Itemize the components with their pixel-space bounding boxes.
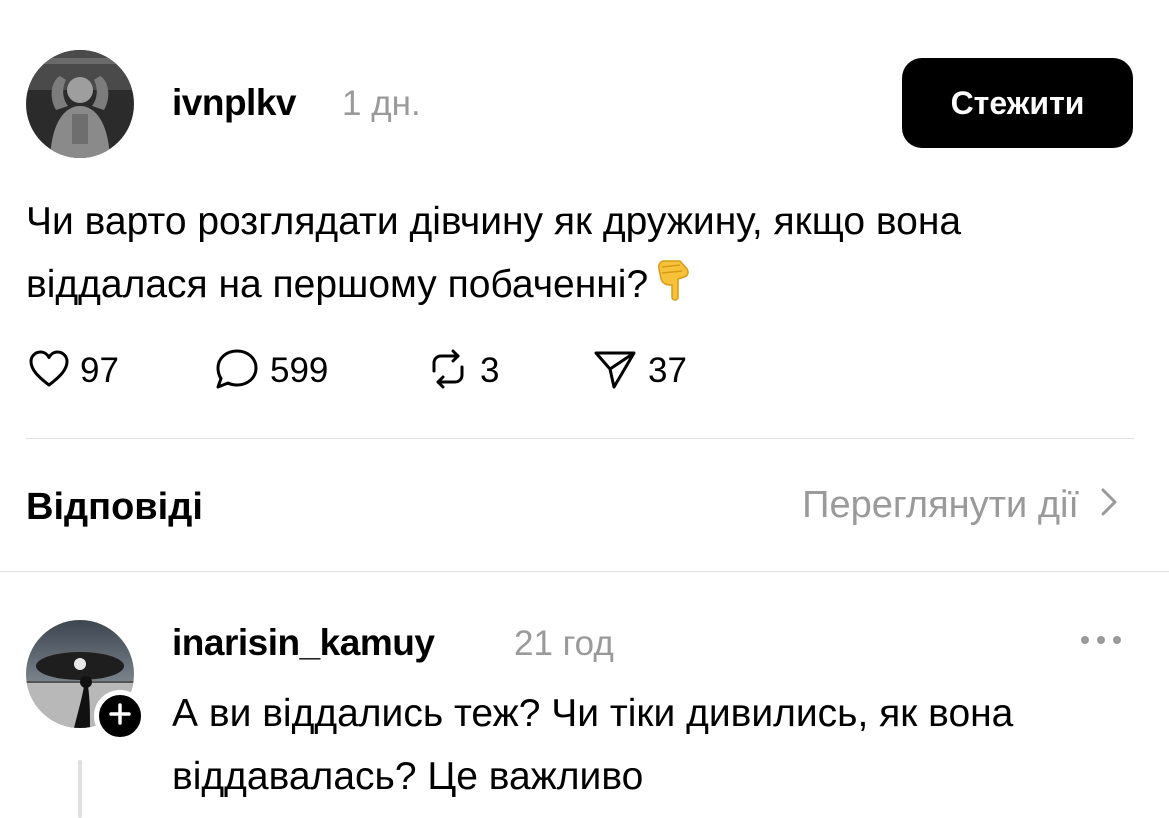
- like-button[interactable]: 97: [28, 346, 119, 396]
- heart-icon: [28, 349, 70, 394]
- send-icon: [592, 347, 638, 396]
- repost-icon: [426, 347, 470, 396]
- reply-timestamp: 21 год: [514, 624, 614, 663]
- comment-button[interactable]: 599: [214, 346, 328, 396]
- follow-button[interactable]: Стежити: [902, 58, 1133, 148]
- more-dots-icon: [1078, 636, 1124, 656]
- divider: [0, 571, 1169, 572]
- post-timestamp: 1 дн.: [342, 84, 421, 123]
- post-text-content: Чи варто розглядати дівчину як дружину, …: [26, 200, 962, 306]
- like-count: 97: [80, 351, 119, 390]
- post-text: Чи варто розглядати дівчину як дружину, …: [26, 190, 1126, 322]
- thread-line: [78, 760, 82, 818]
- chevron-right-icon: [1101, 484, 1117, 527]
- follow-plus-button[interactable]: [94, 690, 146, 742]
- comment-count: 599: [270, 351, 329, 390]
- plus-icon: [109, 702, 131, 730]
- comment-bubble-icon: [214, 347, 260, 396]
- divider: [26, 438, 1134, 439]
- share-button[interactable]: 37: [592, 346, 687, 396]
- repost-count: 3: [480, 351, 500, 390]
- reply-text: А ви віддались теж? Чи тіки дивились, як…: [172, 692, 1014, 798]
- reply-username[interactable]: inarisin_kamuy: [172, 622, 435, 664]
- post-author-avatar[interactable]: [26, 50, 134, 158]
- pointing-down-emoji-icon: [656, 257, 692, 322]
- post-username[interactable]: ivnplkv: [172, 82, 297, 124]
- share-count: 37: [648, 351, 687, 390]
- view-activity-link[interactable]: Переглянути дії: [802, 484, 1117, 527]
- more-options-button[interactable]: [1078, 628, 1124, 652]
- view-activity-label: Переглянути дії: [802, 484, 1079, 526]
- repost-button[interactable]: 3: [426, 346, 499, 396]
- replies-heading: Відповіді: [26, 486, 203, 528]
